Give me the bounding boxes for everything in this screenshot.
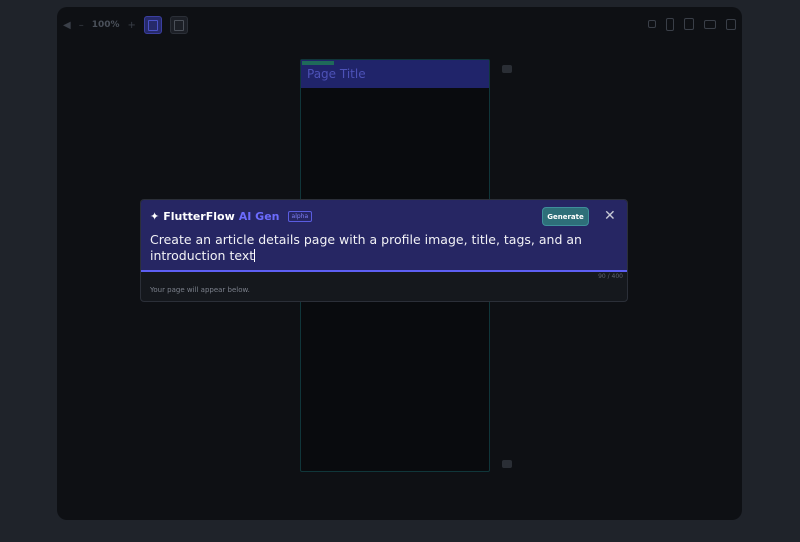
flutterflow-logo-icon: ✦ — [150, 210, 160, 223]
page-options-icon[interactable] — [502, 460, 512, 468]
brand-accent: AI Gen — [238, 210, 280, 223]
zoom-level[interactable]: 100% — [92, 20, 120, 30]
arrow-left-icon[interactable]: ◀ — [63, 20, 71, 31]
desktop-device-icon[interactable] — [704, 19, 716, 29]
phone-device-icon[interactable] — [666, 17, 674, 31]
ai-gen-prompt-area: ✦ FlutterFlow AI Gen alpha Generate ✕ Cre… — [141, 200, 627, 272]
ai-gen-brand: ✦ FlutterFlow AI Gen alpha — [150, 210, 313, 223]
zoom-out-button[interactable]: – — [79, 20, 84, 31]
zoom-in-button[interactable]: + — [128, 20, 136, 31]
text-caret — [254, 249, 256, 262]
layout-view-button[interactable] — [169, 16, 188, 34]
app-bar[interactable]: Page Title — [301, 60, 489, 88]
device-selector — [648, 15, 736, 33]
layout-view-icon — [173, 19, 184, 31]
app-bar-options-icon[interactable] — [502, 65, 512, 73]
alpha-badge: alpha — [287, 211, 313, 222]
small-device-icon[interactable] — [648, 20, 656, 28]
close-icon[interactable]: ✕ — [604, 207, 616, 225]
brand-name: FlutterFlow — [163, 210, 235, 223]
canvas-toolbar-left: ◀ – 100% + — [63, 15, 188, 35]
tablet-device-icon[interactable] — [684, 18, 694, 30]
char-count: 90 / 400 — [598, 273, 623, 280]
prompt-text: Create an article details page with a pr… — [150, 232, 582, 263]
selection-badge — [302, 61, 334, 65]
ai-gen-panel: ✦ FlutterFlow AI Gen alpha Generate ✕ Cre… — [140, 199, 628, 302]
app-bar-title: Page Title — [307, 67, 366, 81]
panel-toggle-icon[interactable] — [726, 18, 736, 30]
canvas-view-icon — [147, 19, 158, 31]
generate-button[interactable]: Generate — [542, 207, 589, 226]
prompt-input[interactable]: Create an article details page with a pr… — [150, 232, 622, 264]
canvas-view-button[interactable] — [143, 16, 162, 34]
hint-text: Your page will appear below. — [150, 286, 250, 294]
